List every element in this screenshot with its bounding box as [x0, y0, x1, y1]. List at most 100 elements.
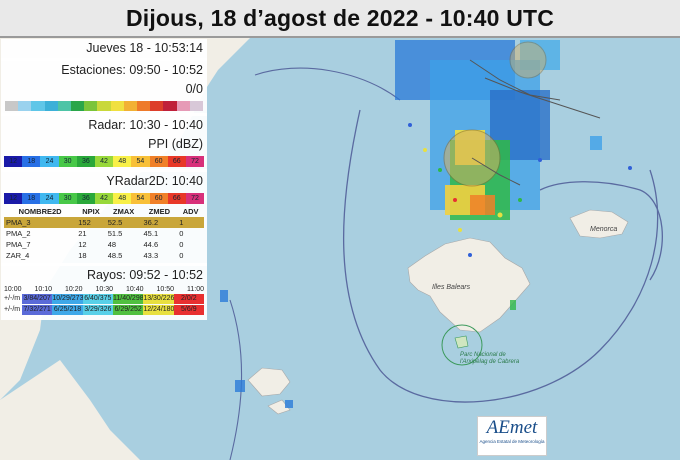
- table-cell: 51.5: [107, 229, 123, 238]
- station-color-swatch: [123, 101, 138, 111]
- rayos-time[interactable]: Rayos: 09:52 - 10:52: [1, 266, 207, 285]
- station-color-swatch: [163, 101, 177, 111]
- table-cell: 36.2: [141, 217, 178, 228]
- rayos-row-label: +/-/m: [4, 306, 21, 313]
- label-baleares: Illes Balears: [432, 284, 471, 291]
- aemet-logo: AEmet Agencia Estatal de Meteorología: [477, 416, 547, 456]
- dbz-scale-cell: 48: [113, 193, 132, 204]
- dbz-scale-cell: 72: [185, 193, 205, 204]
- station-color-swatch: [176, 101, 190, 111]
- table-cell: 48: [107, 240, 117, 249]
- dbz-color-scale-2: 12 18 24 30 36 42 48 54 60 66 72: [4, 193, 205, 204]
- table-cell: 12: [78, 240, 87, 249]
- page-title: Dijous, 18 d’agost de 2022 - 10:40 UTC: [125, 4, 555, 31]
- table-cell: 0: [179, 240, 184, 249]
- rayos-tick: 11:00: [187, 286, 204, 293]
- dbz-scale-cell: 30: [58, 193, 77, 204]
- rayos-time-axis: 10:00 10:10 10:20 10:30 10:40 10:50 11:00: [4, 286, 204, 293]
- rayos-cell: 7/32/271: [22, 305, 53, 315]
- rayos-tick: 10:40: [126, 286, 144, 293]
- table-cell: 0: [179, 229, 184, 238]
- rayos-cell: 6/25/218: [52, 305, 83, 315]
- rayos-row: +/-/m 3/84/207 10/29/273 6/40/375 11/40/298 1…: [4, 294, 204, 304]
- dbz-scale-cell: 66: [167, 156, 186, 167]
- dbz-scale-cell: 54: [131, 156, 150, 167]
- radar-product: PPI (dBZ): [148, 137, 203, 151]
- rayos-cell: 5/6/9: [173, 305, 204, 315]
- table-row[interactable]: PMA_7 12 48 44.6 0: [4, 239, 204, 250]
- station-color-swatch: [5, 101, 19, 111]
- table-cell: PMA_7: [6, 240, 31, 249]
- rayos-tick: 10:30: [95, 286, 114, 293]
- stations-count: 0/0: [185, 82, 203, 96]
- station-color-swatch: [84, 101, 98, 111]
- rayos-row: +/-/m 7/32/271 6/25/218 3/29/326 6/29/252 12/…: [4, 305, 204, 315]
- aemet-logo-sub: Agencia Estatal de Meteorología: [479, 439, 545, 444]
- table-row[interactable]: PMA_3 152 52.5 36.2 1: [4, 217, 204, 228]
- title-bar: Dijous, 18 d’agost de 2022 - 10:40 UTC: [0, 0, 680, 38]
- label-menorca: Menorca: [590, 226, 618, 233]
- dbz-scale-cell: 60: [149, 156, 168, 167]
- dbz-scale-cell: 18: [22, 156, 41, 167]
- table-header[interactable]: NPIX: [76, 206, 105, 217]
- table-header[interactable]: ZMED: [142, 206, 178, 217]
- table-header[interactable]: ZMAX: [106, 206, 142, 217]
- table-cell: 0: [179, 251, 184, 260]
- rayos-cell: 3/29/326: [82, 305, 113, 315]
- aemet-logo-name: AEmet: [486, 417, 538, 438]
- dbz-scale-cell: 24: [40, 156, 59, 167]
- dbz-scale-cell: 36: [76, 156, 95, 167]
- table-header[interactable]: ADV: [177, 206, 204, 217]
- storm-cell-circle-north: [509, 41, 547, 79]
- panel-datetime: Jueves 18 - 10:53:14: [86, 41, 203, 55]
- station-color-swatch: [97, 101, 111, 111]
- rayos-row-label: +/-/m: [4, 295, 21, 302]
- station-color-swatch: [71, 101, 85, 111]
- dbz-scale-cell: 36: [76, 193, 95, 204]
- table-cell: 48.5: [107, 251, 123, 260]
- dbz-scale-cell: 42: [94, 193, 114, 204]
- stations-time[interactable]: Estaciones: 09:50 - 10:52: [1, 61, 207, 80]
- dbz-scale-cell: 42: [94, 156, 114, 167]
- table-cell: 52.5: [105, 217, 142, 228]
- table-cell: 1: [177, 217, 204, 228]
- station-color-swatch: [110, 101, 124, 111]
- station-color-swatch: [18, 101, 32, 111]
- radar-time[interactable]: Radar: 10:30 - 10:40: [1, 116, 207, 135]
- station-color-swatch: [189, 101, 204, 111]
- table-cell: 21: [78, 229, 87, 238]
- station-color-swatch: [57, 101, 72, 111]
- dbz-color-scale: 12 18 24 30 36 42 48 54 60 66 72: [4, 156, 205, 167]
- table-cell: 152: [76, 217, 106, 228]
- table-cell: 43.3: [143, 251, 159, 260]
- table-cell: PMA_2: [6, 229, 31, 238]
- station-color-swatch: [137, 101, 151, 111]
- dbz-scale-cell: 66: [167, 193, 186, 204]
- dbz-scale-cell: 24: [40, 193, 59, 204]
- dbz-scale-cell: 18: [22, 193, 41, 204]
- dbz-scale-cell: 30: [58, 156, 77, 167]
- rayos-cell: 13/30/226: [143, 294, 174, 304]
- yradar-time[interactable]: YRadar2D: 10:40: [1, 172, 207, 191]
- table-row[interactable]: ZAR_4 18 48.5 43.3 0: [4, 250, 204, 261]
- rayos-cell: 12/24/180: [143, 305, 174, 315]
- table-cell: 18: [78, 251, 87, 260]
- station-color-swatch: [31, 101, 45, 111]
- rayos-cell: 6/40/375: [82, 294, 113, 304]
- dbz-scale-cell: 48: [113, 156, 132, 167]
- rayos-cell: 11/40/298: [112, 294, 144, 304]
- dbz-scale-cell: 12: [4, 156, 23, 167]
- table-cell: ZAR_4: [6, 251, 30, 260]
- station-color-swatch: [44, 101, 58, 111]
- table-row[interactable]: PMA_2 21 51.5 45.1 0: [4, 228, 204, 239]
- rayos-tick: 10:00: [4, 286, 22, 293]
- rayos-cell: 2/0/2: [173, 294, 204, 304]
- dbz-scale-cell: 12: [4, 193, 23, 204]
- dbz-scale-cell: 72: [185, 156, 205, 167]
- table-cell: PMA_3: [4, 217, 77, 228]
- label-cabrera: Parc Nacional de l'Arxipèlag de Cabrera: [460, 352, 520, 365]
- table-header[interactable]: NOMBRE2D: [4, 206, 76, 217]
- rayos-cell: 3/84/207: [22, 294, 53, 304]
- table-cell: 44.6: [143, 240, 159, 249]
- table-cell: 45.1: [143, 229, 159, 238]
